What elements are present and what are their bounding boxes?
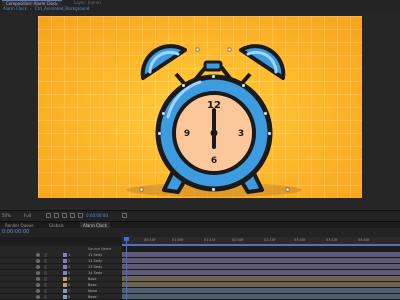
numeral-6: 6 [211,156,217,166]
layer-name[interactable]: Base [88,294,97,300]
viewer-timecode[interactable]: 0:00:00:00 [86,213,108,219]
lock-icon[interactable] [44,253,47,257]
eye-icon[interactable] [36,253,40,257]
label-color-swatch[interactable] [63,253,67,257]
table-row[interactable]: 8 Base [0,294,400,300]
hand-pivot [210,129,218,137]
zoom-dropdown[interactable]: 50% [2,213,11,219]
playhead-handle[interactable] [124,237,129,241]
eye-icon[interactable] [36,277,40,281]
region-of-interest-icon[interactable] [46,213,51,218]
label-color-swatch[interactable] [63,265,67,269]
label-color-swatch[interactable] [63,283,67,287]
label-color-swatch[interactable] [63,259,67,263]
ruler-tick: 02:00f [232,238,244,242]
eye-icon[interactable] [36,283,40,287]
numeral-9: 9 [184,129,190,139]
ruler-tick: 00:15f [144,238,156,242]
lock-icon[interactable] [44,283,47,287]
viewer-toolbar: 50% Full 0:00:00:00 [0,210,400,221]
top-hammer [203,60,223,72]
ruler-tick: 01:00f [172,238,184,242]
layer-duration-bar[interactable] [122,294,400,300]
layer-list: 1 11 Sedy 2 12 Sedy 3 13 Sedy 4 14 Sedy 5 Bas… [0,252,400,300]
lock-icon[interactable] [44,295,47,299]
guides-icon[interactable] [70,213,75,218]
ruler-tick: 02:15f [264,238,276,242]
label-color-swatch[interactable] [63,289,67,293]
layer-number: 8 [68,295,71,299]
playhead[interactable] [126,237,127,300]
lock-icon[interactable] [44,289,47,293]
numeral-12: 12 [207,100,221,111]
lock-icon[interactable] [44,259,47,263]
numeral-3: 3 [238,129,244,139]
work-area-bar[interactable] [122,244,400,246]
eye-icon[interactable] [36,265,40,269]
mask-visibility-icon[interactable] [62,213,67,218]
snapshot-icon[interactable] [122,213,127,218]
ruler-tick: 03:00f [294,238,306,242]
current-time-display[interactable]: 0:00:00:00 [2,228,29,237]
label-color-swatch[interactable] [63,277,67,281]
label-color-swatch[interactable] [63,295,67,299]
lock-icon[interactable] [44,277,47,281]
resolution-dropdown[interactable]: Full [24,213,31,219]
transparency-grid-icon[interactable] [54,213,59,218]
ruler-tick: 03:15f [326,238,338,242]
label-color-swatch[interactable] [63,271,67,275]
lock-icon[interactable] [44,265,47,269]
right-bell [239,44,286,80]
lock-icon[interactable] [44,271,47,275]
ruler-tick: 01:15f [204,238,216,242]
eye-icon[interactable] [36,271,40,275]
eye-icon[interactable] [36,295,40,299]
timeline-header: 0:00:00:00 [0,228,400,237]
alarm-clock-illustration[interactable]: 12 3 6 9 [0,12,400,210]
channel-icon[interactable] [78,213,83,218]
eye-icon[interactable] [36,289,40,293]
composition-viewer[interactable]: 12 3 6 9 [0,12,400,210]
left-bell [140,44,187,80]
eye-icon[interactable] [36,259,40,263]
ruler-tick: 04:00f [358,238,370,242]
